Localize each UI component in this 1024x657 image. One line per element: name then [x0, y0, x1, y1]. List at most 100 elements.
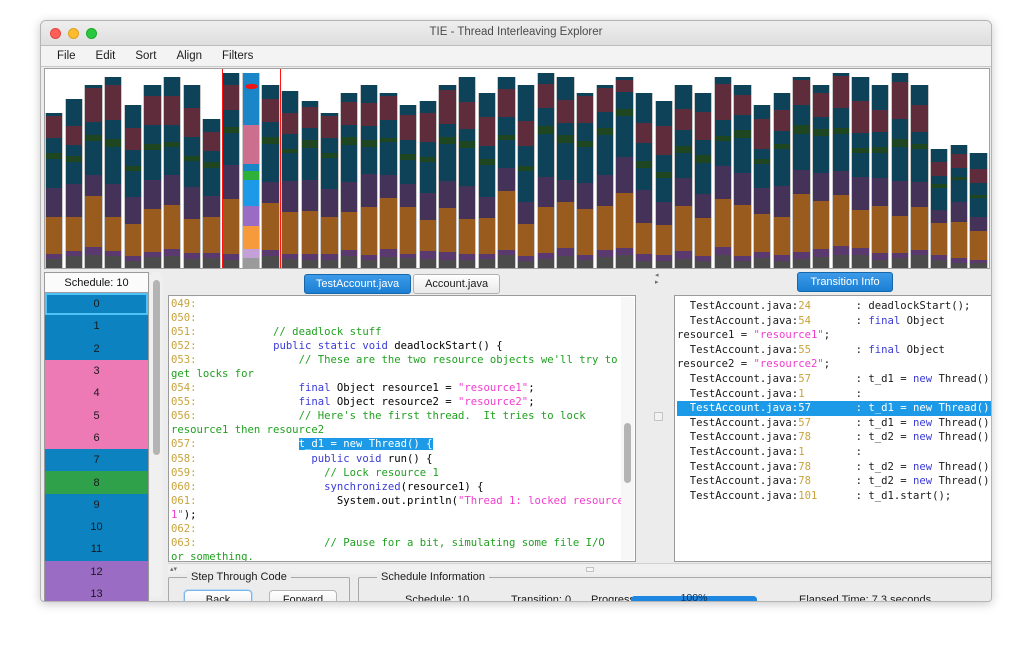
chart-bar[interactable]: [714, 77, 732, 268]
horizontal-splitter[interactable]: ▴▾: [168, 563, 992, 574]
chart-bar[interactable]: [458, 77, 476, 268]
code-content[interactable]: 049:050:051: // deadlock stuff052: publi…: [169, 296, 621, 561]
chart-bar[interactable]: [517, 85, 535, 268]
code-editor[interactable]: 049:050:051: // deadlock stuff052: publi…: [168, 295, 636, 562]
chart-bar[interactable]: [733, 85, 751, 268]
chart-bar[interactable]: [635, 93, 653, 268]
transition-row[interactable]: TestAccount.java:57 : t_d1 = new Thread(…: [677, 401, 992, 416]
schedule-list-item[interactable]: 7: [45, 449, 148, 471]
chart-bar[interactable]: [419, 101, 437, 268]
chart-bar[interactable]: [202, 119, 220, 268]
menu-file[interactable]: File: [47, 49, 86, 64]
transition-row[interactable]: TestAccount.java:55 : final Object: [677, 343, 992, 358]
menu-filters[interactable]: Filters: [212, 49, 263, 64]
transition-row[interactable]: TestAccount.java:78 : t_d2 = new Thread(…: [677, 460, 992, 475]
chart-bar[interactable]: [45, 113, 63, 268]
chart-bar[interactable]: [84, 85, 102, 268]
transition-row[interactable]: TestAccount.java:57 : t_d1 = new Thread(…: [677, 372, 992, 387]
transition-row[interactable]: TestAccount.java:78 : t_d2 = new Thread(…: [677, 430, 992, 445]
transition-row[interactable]: TestAccount.java:78 : t_d2 = new Thread(…: [677, 474, 992, 489]
chart-bar[interactable]: [497, 77, 515, 268]
splitter-handle[interactable]: [654, 412, 663, 421]
chart-bar[interactable]: [360, 85, 378, 268]
chart-bar[interactable]: [674, 85, 692, 268]
transition-info-list[interactable]: TestAccount.java:24 : deadlockStart(); T…: [674, 295, 992, 562]
back-button[interactable]: Back: [184, 590, 252, 602]
chart-bar[interactable]: [399, 105, 417, 268]
transition-row[interactable]: resource2 = "resource2";: [677, 357, 992, 372]
chart-bar[interactable]: [242, 73, 260, 268]
chart-bar[interactable]: [615, 77, 633, 268]
schedule-list-item[interactable]: 12: [45, 561, 148, 583]
schedule-list-vertical-scrollbar[interactable]: [150, 272, 163, 598]
chart-bar[interactable]: [438, 85, 456, 268]
transition-info-title[interactable]: Transition Info: [797, 272, 892, 292]
schedule-list-item[interactable]: 11: [45, 538, 148, 560]
transition-row[interactable]: resource1 = "resource1";: [677, 328, 992, 343]
transition-row[interactable]: TestAccount.java:57 : t_d1 = new Thread(…: [677, 416, 992, 431]
schedule-list-item[interactable]: 3: [45, 360, 148, 382]
code-vertical-scroll-thumb[interactable]: [624, 423, 631, 483]
chart-bar[interactable]: [281, 91, 299, 268]
tab-testaccount-java[interactable]: TestAccount.java: [304, 274, 411, 294]
transition-row[interactable]: TestAccount.java:101 : t_d1.start();: [677, 489, 992, 504]
schedule-list-item[interactable]: 8: [45, 471, 148, 493]
schedule-list-item[interactable]: 2: [45, 338, 148, 360]
code-vertical-scrollbar[interactable]: [621, 297, 634, 560]
chart-bar[interactable]: [478, 93, 496, 268]
transition-row[interactable]: TestAccount.java:1 :: [677, 445, 992, 460]
menu-sort[interactable]: Sort: [125, 49, 166, 64]
schedule-list-item[interactable]: 4: [45, 382, 148, 404]
schedule-list-item[interactable]: 10: [45, 516, 148, 538]
splitter-collapse-arrows[interactable]: ◂▸: [655, 272, 659, 286]
chart-bar[interactable]: [969, 153, 987, 268]
horizontal-splitter-handle[interactable]: [586, 567, 594, 572]
menu-align[interactable]: Align: [166, 49, 212, 64]
stacked-bar-chart[interactable]: [45, 69, 989, 268]
schedule-list[interactable]: 01234567891011121314: [45, 293, 148, 602]
chart-bar[interactable]: [320, 113, 338, 268]
chart-bar[interactable]: [950, 145, 968, 268]
chart-bar[interactable]: [65, 99, 83, 268]
chart-bar[interactable]: [143, 85, 161, 268]
menu-edit[interactable]: Edit: [86, 49, 126, 64]
chart-bar[interactable]: [891, 73, 909, 268]
vertical-splitter[interactable]: ◂▸: [641, 272, 677, 562]
schedule-list-item[interactable]: 1: [45, 315, 148, 337]
schedule-list-item[interactable]: 6: [45, 427, 148, 449]
chart-bar[interactable]: [930, 149, 948, 268]
chart-bar[interactable]: [537, 73, 555, 268]
chart-bar[interactable]: [596, 85, 614, 268]
chart-bar[interactable]: [222, 73, 240, 268]
chart-bar[interactable]: [340, 93, 358, 268]
chart-bar[interactable]: [851, 77, 869, 268]
chart-bar[interactable]: [301, 101, 319, 268]
chart-bar[interactable]: [379, 93, 397, 268]
chart-bar[interactable]: [124, 105, 142, 268]
chart-bar[interactable]: [694, 93, 712, 268]
forward-button[interactable]: Forward: [269, 590, 337, 602]
schedule-list-item[interactable]: 5: [45, 404, 148, 426]
transition-row[interactable]: TestAccount.java:54 : final Object: [677, 314, 992, 329]
chart-bar[interactable]: [104, 77, 122, 268]
chart-bar[interactable]: [556, 77, 574, 268]
chart-bar[interactable]: [812, 85, 830, 268]
schedule-list-item[interactable]: 13: [45, 583, 148, 602]
transition-row[interactable]: TestAccount.java:24 : deadlockStart();: [677, 299, 992, 314]
chart-bar[interactable]: [261, 85, 279, 268]
chart-bar[interactable]: [576, 93, 594, 268]
chart-bar[interactable]: [753, 105, 771, 268]
schedule-list-item[interactable]: 9: [45, 494, 148, 516]
schedule-list-panel[interactable]: Schedule: 10 01234567891011121314: [44, 272, 149, 602]
interleaving-chart-panel[interactable]: [44, 68, 990, 269]
chart-bar[interactable]: [183, 85, 201, 268]
chart-bar[interactable]: [832, 73, 850, 268]
transition-row[interactable]: TestAccount.java:1 :: [677, 387, 992, 402]
chart-bar[interactable]: [773, 93, 791, 268]
tab-account-java[interactable]: Account.java: [413, 274, 500, 294]
chart-bar[interactable]: [792, 77, 810, 268]
chart-bar[interactable]: [655, 101, 673, 268]
chart-bar[interactable]: [910, 85, 928, 268]
chart-bar[interactable]: [871, 85, 889, 268]
chart-bar[interactable]: [163, 77, 181, 268]
